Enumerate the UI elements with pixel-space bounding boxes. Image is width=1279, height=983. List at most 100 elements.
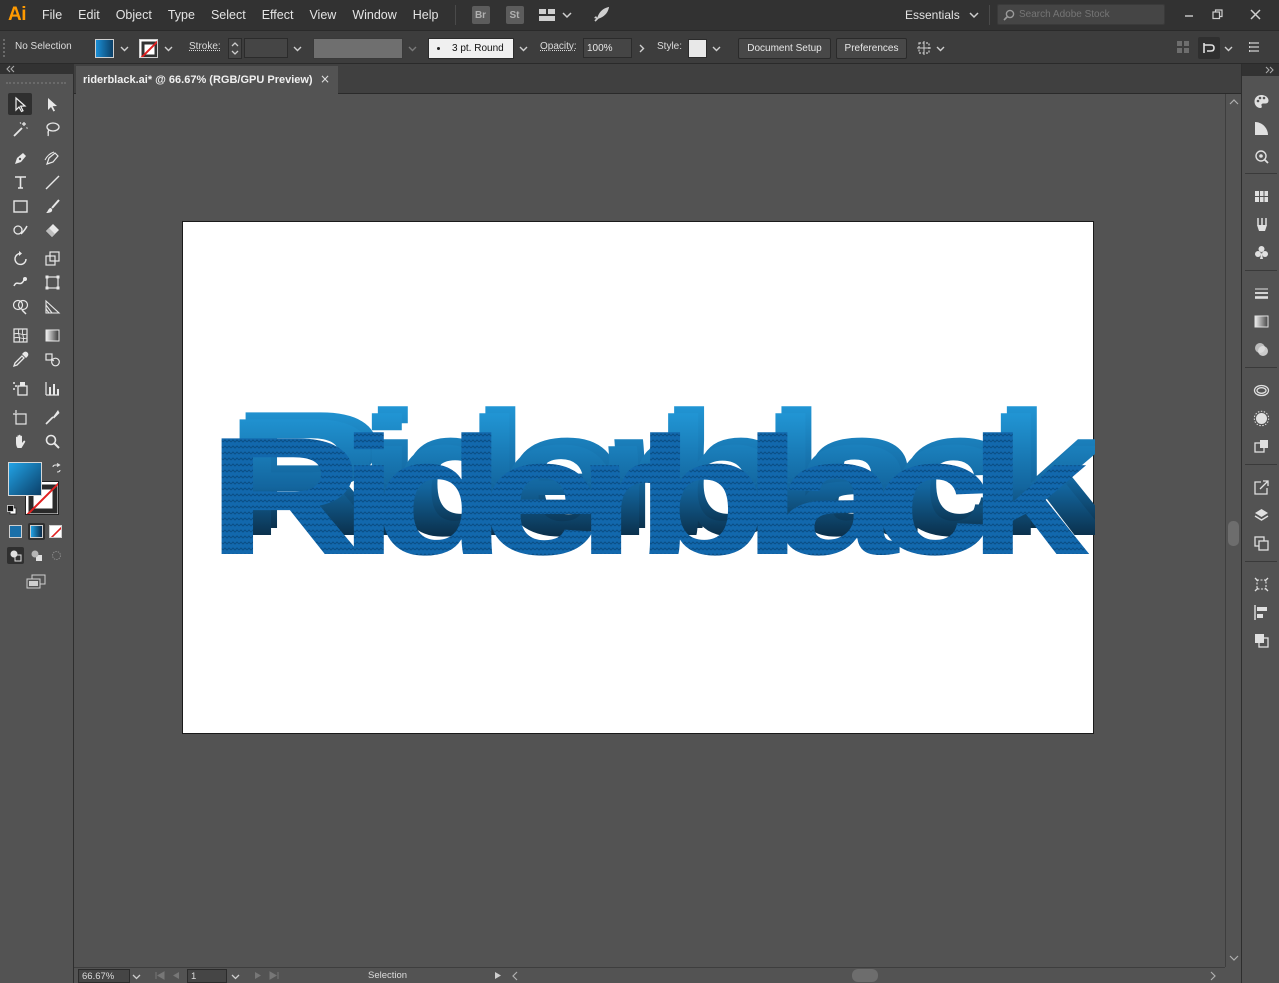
- fill-dropdown[interactable]: [117, 39, 131, 57]
- cc-libraries-panel-button[interactable]: [1251, 146, 1271, 166]
- scroll-down-icon[interactable]: [1229, 954, 1239, 962]
- warp-tool[interactable]: [8, 271, 32, 293]
- fill-swatch[interactable]: [95, 39, 114, 58]
- close-tab-button[interactable]: ×: [320, 72, 330, 86]
- artboard-tool[interactable]: [8, 406, 32, 428]
- scale-tool[interactable]: [40, 247, 64, 269]
- preferences-button[interactable]: Preferences: [836, 38, 907, 59]
- menu-select[interactable]: Select: [203, 0, 254, 30]
- opacity-label[interactable]: Opacity:: [540, 41, 577, 52]
- layers-panel-button[interactable]: [1251, 505, 1271, 525]
- variable-width-dropdown[interactable]: [405, 39, 419, 57]
- eraser-tool[interactable]: [40, 219, 64, 241]
- minimize-button[interactable]: [1174, 0, 1204, 28]
- scroll-right-icon[interactable]: [1209, 971, 1217, 981]
- arrange-documents-button[interactable]: [538, 8, 572, 22]
- default-fill-stroke-icon[interactable]: [7, 505, 17, 515]
- close-window-button[interactable]: [1240, 0, 1270, 28]
- type-tool[interactable]: [8, 171, 32, 193]
- draw-normal-button[interactable]: [7, 547, 24, 564]
- menu-window[interactable]: Window: [344, 0, 404, 30]
- menu-object[interactable]: Object: [108, 0, 160, 30]
- stroke-weight-stepper[interactable]: [228, 38, 242, 59]
- color-guide-panel-button[interactable]: [1251, 118, 1271, 138]
- stroke-dropdown[interactable]: [161, 39, 175, 57]
- align-selection-button[interactable]: [916, 39, 946, 57]
- blend-tool[interactable]: [40, 348, 64, 370]
- horizontal-scroll-thumb[interactable]: [852, 969, 878, 982]
- variable-width-profile[interactable]: [313, 38, 403, 59]
- rotate-tool[interactable]: [8, 247, 32, 269]
- selection-tool[interactable]: [8, 93, 32, 115]
- symbols-panel-button[interactable]: [1251, 242, 1271, 262]
- menu-edit[interactable]: Edit: [70, 0, 108, 30]
- control-bar-grip[interactable]: [3, 39, 7, 57]
- arrange-icon-button[interactable]: [1176, 40, 1192, 56]
- graphic-styles-panel-button[interactable]: [1251, 408, 1271, 428]
- scroll-left-icon[interactable]: [511, 971, 519, 981]
- chevron-down-icon[interactable]: [231, 973, 240, 980]
- menu-view[interactable]: View: [301, 0, 344, 30]
- color-mode-none[interactable]: [49, 525, 62, 538]
- perspective-grid-tool[interactable]: [40, 295, 64, 317]
- screen-mode-button[interactable]: [24, 572, 48, 590]
- graphic-style-dropdown[interactable]: [709, 39, 723, 57]
- chevron-down-icon[interactable]: [132, 973, 141, 980]
- graphic-style-swatch[interactable]: [688, 39, 707, 58]
- gradient-panel-button[interactable]: [1251, 311, 1271, 331]
- swatches-panel-button[interactable]: [1251, 186, 1271, 206]
- search-stock-field[interactable]: [997, 4, 1165, 25]
- transform-panel-button[interactable]: [1251, 574, 1271, 594]
- toolbar-collapse-bar[interactable]: [0, 64, 74, 74]
- gpu-performance-button[interactable]: [592, 6, 610, 24]
- rectangle-tool[interactable]: [8, 195, 32, 217]
- pen-tool[interactable]: [8, 147, 32, 169]
- free-transform-tool[interactable]: [40, 271, 64, 293]
- next-artboard-icon[interactable]: [254, 971, 262, 980]
- artboards-panel-button[interactable]: [1251, 533, 1271, 553]
- slice-tool[interactable]: [40, 406, 64, 428]
- panel-menu-button[interactable]: [1248, 41, 1262, 55]
- search-stock-input[interactable]: [1019, 9, 1159, 20]
- zoom-tool[interactable]: [40, 430, 64, 452]
- magic-wand-tool[interactable]: [8, 118, 32, 140]
- stroke-swatch[interactable]: [139, 39, 158, 58]
- hand-tool[interactable]: [8, 430, 32, 452]
- stroke-weight-field[interactable]: [244, 38, 288, 58]
- zoom-field[interactable]: 66.67%: [78, 969, 130, 983]
- swap-fill-stroke-icon[interactable]: [51, 463, 62, 474]
- fill-color-box[interactable]: [8, 462, 42, 496]
- scroll-up-icon[interactable]: [1229, 98, 1239, 106]
- pathfinder-panel-button[interactable]: [1251, 630, 1271, 650]
- panel-dock-collapse-bar[interactable]: [1242, 64, 1279, 76]
- appearance-panel-button[interactable]: [1251, 380, 1271, 400]
- toolbar-grip[interactable]: [6, 82, 66, 85]
- color-mode-solid[interactable]: [9, 525, 22, 538]
- workspace-switcher[interactable]: Essentials: [897, 0, 987, 30]
- brush-dropdown[interactable]: [516, 39, 530, 57]
- snap-toggle-button[interactable]: [1198, 37, 1220, 59]
- eyedropper-tool[interactable]: [8, 348, 32, 370]
- menu-help[interactable]: Help: [405, 0, 447, 30]
- brush-definition[interactable]: 3 pt. Round: [428, 38, 514, 59]
- stroke-panel-button[interactable]: [1251, 283, 1271, 303]
- document-tab[interactable]: riderblack.ai* @ 66.67% (RGB/GPU Preview…: [76, 66, 338, 94]
- menu-file[interactable]: File: [34, 0, 70, 30]
- gradient-tool[interactable]: [40, 324, 64, 346]
- brushes-panel-button[interactable]: [1251, 214, 1271, 234]
- menu-effect[interactable]: Effect: [254, 0, 302, 30]
- color-mode-gradient[interactable]: [28, 523, 45, 540]
- line-segment-tool[interactable]: [40, 171, 64, 193]
- artboard-number-field[interactable]: 1: [187, 969, 227, 983]
- paintbrush-tool[interactable]: [40, 195, 64, 217]
- snap-dropdown[interactable]: [1221, 39, 1235, 57]
- artboard[interactable]: Riderblack Riderblack Riderblack: [182, 221, 1095, 735]
- document-setup-button[interactable]: Document Setup: [738, 38, 831, 59]
- transparency-panel-button[interactable]: [1251, 339, 1271, 359]
- stroke-weight-dropdown[interactable]: [290, 39, 304, 57]
- column-graph-tool[interactable]: [40, 377, 64, 399]
- vertical-scrollbar[interactable]: [1225, 94, 1241, 967]
- stroke-label[interactable]: Stroke:: [189, 41, 221, 52]
- artwork[interactable]: Riderblack Riderblack Riderblack: [183, 222, 1095, 735]
- opacity-expand-button[interactable]: [634, 39, 648, 57]
